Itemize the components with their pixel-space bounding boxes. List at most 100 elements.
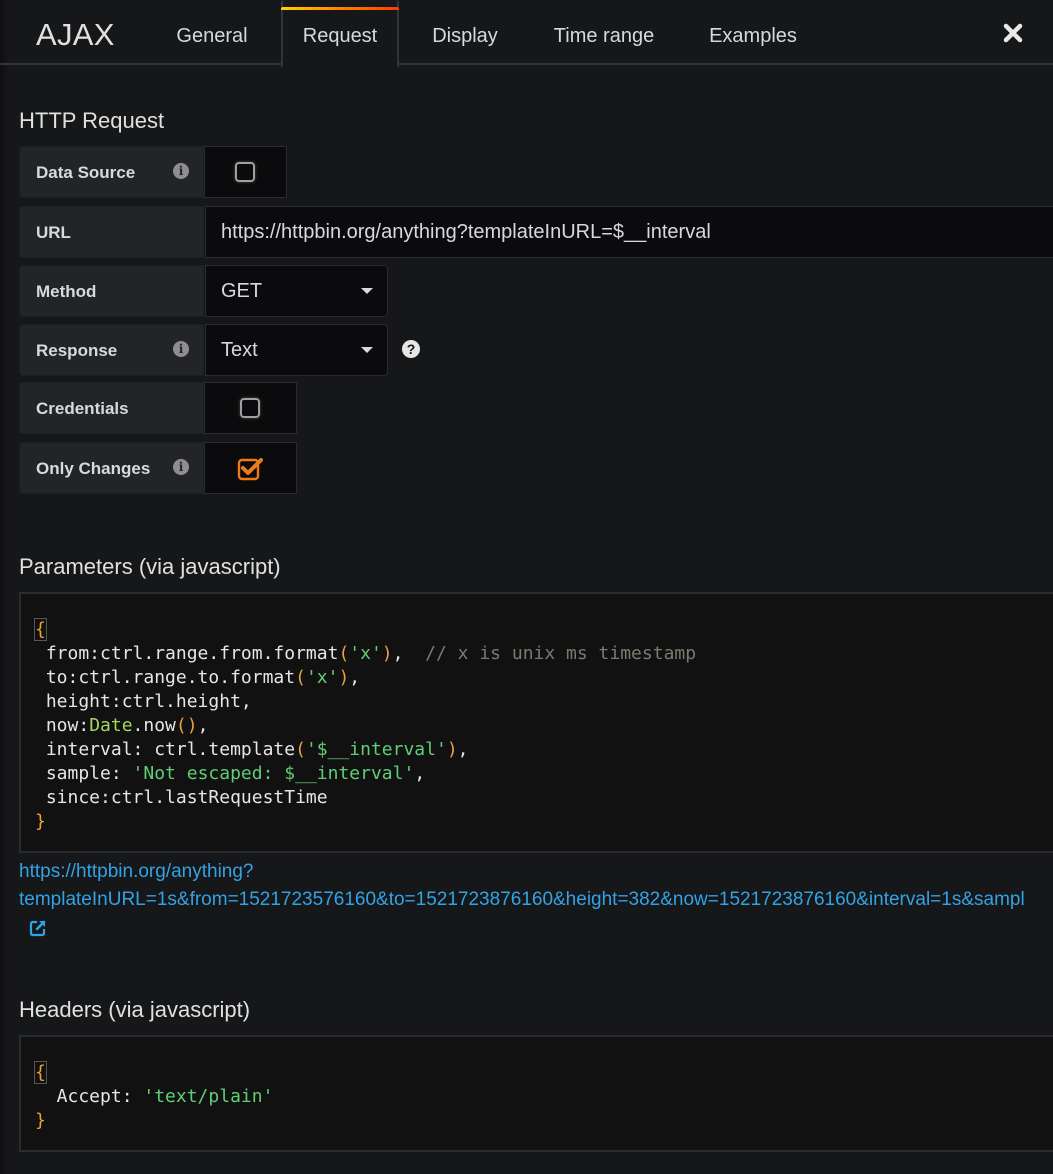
panel-edge-shadow: [0, 0, 8, 1174]
close-brace: }: [35, 811, 46, 832]
external-link-button[interactable]: [28, 918, 48, 938]
info-icon[interactable]: i: [173, 341, 189, 357]
method-select-value: GET: [221, 280, 263, 302]
data-source-row: Data Source i: [19, 146, 287, 198]
url-label-box: URL: [19, 206, 204, 258]
data-source-label: Data Source: [36, 163, 136, 182]
credentials-field: [204, 382, 297, 434]
only-changes-row: Only Changes i: [19, 442, 297, 494]
code-token: ): [381, 643, 393, 664]
code-line: {: [34, 618, 47, 642]
code-string: 'x': [349, 643, 382, 664]
close-icon: [1003, 23, 1023, 43]
external-link-icon: [29, 920, 46, 937]
question-circle-icon[interactable]: ?: [402, 340, 420, 358]
headers-title: Headers (via javascript): [19, 997, 251, 1022]
method-row: Method GET: [19, 265, 389, 317]
chevron-down-icon: [361, 288, 373, 294]
code-token: ,: [457, 739, 469, 760]
code-token: now:: [35, 715, 90, 736]
checkbox-checked-icon: [237, 458, 263, 481]
code-token: (: [295, 667, 306, 688]
tab-examples[interactable]: Examples: [696, 0, 810, 65]
code-string: 'Not escaped: $__interval': [132, 763, 415, 784]
response-label-box: Response i: [19, 324, 204, 376]
method-label-box: Method: [19, 265, 204, 317]
response-row: Response i Text: [19, 324, 439, 376]
data-source-label-box: Data Source i: [19, 146, 204, 198]
headers-code-editor[interactable]: { Accept: 'text/plain' }: [19, 1035, 1053, 1152]
code-line: {: [34, 1061, 47, 1085]
response-label: Response: [36, 341, 118, 360]
code-token: ,: [197, 715, 209, 736]
code-token: (): [175, 715, 198, 736]
code-line: interval: ctrl.template('$__interval'),: [35, 738, 469, 762]
editor-header: AJAX General Request Display Time range …: [0, 0, 1053, 67]
method-select[interactable]: GET: [205, 265, 388, 317]
parameters-title: Parameters (via javascript): [19, 554, 281, 579]
only-changes-checkbox[interactable]: [237, 455, 265, 481]
only-changes-field: [204, 442, 297, 494]
code-line: height:ctrl.height,: [35, 690, 252, 714]
code-line: sample: 'Not escaped: $__interval',: [35, 762, 425, 786]
code-line: now:Date.now(),: [35, 714, 209, 738]
credentials-label-box: Credentials: [19, 382, 204, 434]
code-line: from:ctrl.range.from.format('x'), // x i…: [35, 642, 696, 666]
code-token: Accept:: [35, 1086, 144, 1107]
response-select[interactable]: Text: [205, 324, 388, 376]
code-string: 'text/plain': [143, 1086, 274, 1107]
close-button[interactable]: [1002, 22, 1024, 44]
url-label: URL: [36, 223, 71, 242]
code-token: ,: [349, 667, 361, 688]
url-input-value: https://httpbin.org/anything?templateInU…: [221, 221, 711, 243]
code-line: to:ctrl.range.to.format('x'),: [35, 666, 360, 690]
resolved-url-link-continued[interactable]: templateInURL=1s&from=1521723576160&to=1…: [19, 889, 1025, 911]
resolved-url-link[interactable]: https://httpbin.org/anything?: [19, 861, 254, 883]
data-source-field: [204, 146, 287, 198]
code-builtin: Date: [89, 715, 133, 736]
http-request-title: HTTP Request: [19, 108, 165, 133]
code-token: since:ctrl.lastRequestTime: [35, 787, 328, 808]
data-source-checkbox[interactable]: [235, 162, 255, 182]
code-token: .now: [132, 715, 176, 736]
close-brace: }: [35, 1110, 46, 1131]
only-changes-label: Only Changes: [36, 459, 151, 478]
code-string: '$__interval': [305, 739, 447, 760]
info-icon[interactable]: i: [173, 163, 189, 179]
open-brace: {: [34, 1061, 47, 1084]
tab-general[interactable]: General: [160, 0, 264, 65]
method-label: Method: [36, 282, 97, 301]
tab-request[interactable]: Request: [281, 0, 399, 67]
code-token: ): [446, 739, 458, 760]
code-token: ): [338, 667, 350, 688]
code-line: }: [35, 810, 46, 834]
chevron-down-icon: [361, 347, 373, 353]
credentials-checkbox[interactable]: [240, 398, 260, 418]
code-token: sample:: [35, 763, 133, 784]
code-token: interval: ctrl.template: [35, 739, 296, 760]
code-token: height:ctrl.height,: [35, 691, 252, 712]
credentials-row: Credentials: [19, 382, 297, 434]
credentials-label: Credentials: [36, 399, 129, 418]
app-title: AJAX: [36, 17, 115, 52]
parameters-code-editor[interactable]: { from:ctrl.range.from.format('x'), // x…: [19, 592, 1053, 853]
tab-display[interactable]: Display: [415, 0, 515, 65]
response-select-value: Text: [221, 339, 258, 361]
code-comment: // x is unix ms timestamp: [425, 643, 697, 664]
code-line: }: [35, 1109, 46, 1133]
only-changes-label-box: Only Changes i: [19, 442, 204, 494]
code-token: (: [338, 643, 350, 664]
code-token: ,: [414, 763, 426, 784]
code-line: Accept: 'text/plain': [35, 1085, 274, 1109]
code-string: 'x': [305, 667, 339, 688]
code-token: (: [295, 739, 306, 760]
code-line: since:ctrl.lastRequestTime: [35, 786, 328, 810]
code-token: to:ctrl.range.to.format: [35, 667, 296, 688]
url-row: URL https://httpbin.org/anything?templat…: [19, 206, 1053, 258]
tab-time-range[interactable]: Time range: [540, 0, 668, 65]
url-input[interactable]: https://httpbin.org/anything?templateInU…: [205, 206, 1053, 258]
info-icon[interactable]: i: [173, 459, 189, 475]
code-token: from:ctrl.range.from.format: [35, 643, 339, 664]
code-token: ,: [392, 643, 426, 664]
open-brace: {: [34, 618, 47, 641]
